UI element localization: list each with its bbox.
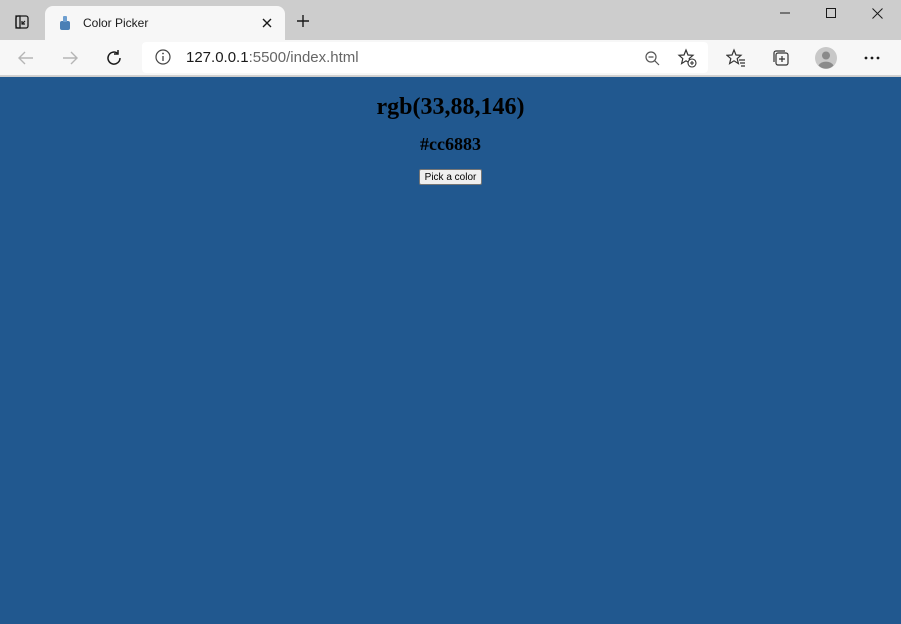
arrow-left-icon bbox=[18, 51, 33, 65]
page-content: rgb(33,88,146) #cc6883 Pick a color bbox=[0, 77, 901, 624]
collections-icon bbox=[773, 50, 789, 66]
tab-close-button[interactable] bbox=[255, 11, 279, 35]
info-icon[interactable] bbox=[154, 48, 172, 66]
more-icon bbox=[864, 56, 880, 60]
arrow-right-icon bbox=[63, 51, 78, 65]
hex-value-heading: #cc6883 bbox=[420, 134, 481, 154]
favorites-list-icon bbox=[726, 48, 745, 67]
minimize-button[interactable] bbox=[762, 0, 808, 26]
plus-icon bbox=[297, 15, 309, 27]
back-button[interactable] bbox=[11, 43, 41, 73]
url-host: 127.0.0.1 bbox=[186, 49, 249, 66]
tab-color-picker[interactable]: Color Picker bbox=[45, 6, 285, 40]
tab-strip: Color Picker bbox=[0, 0, 901, 40]
close-window-button[interactable] bbox=[854, 0, 900, 26]
new-tab-button[interactable] bbox=[290, 8, 316, 34]
refresh-button[interactable] bbox=[99, 43, 129, 73]
url-path: :5500/index.html bbox=[248, 49, 359, 66]
forward-button[interactable] bbox=[55, 43, 85, 73]
address-bar[interactable]: 127.0.0.1:5500/index.html bbox=[142, 42, 708, 73]
more-button[interactable] bbox=[857, 43, 887, 73]
tab-actions-icon bbox=[15, 15, 29, 29]
profile-button[interactable] bbox=[811, 43, 841, 73]
close-icon bbox=[262, 18, 272, 28]
avatar-icon bbox=[815, 47, 837, 69]
collections-button[interactable] bbox=[766, 43, 796, 73]
browser-toolbar: 127.0.0.1:5500/index.html bbox=[0, 40, 901, 76]
tab-title: Color Picker bbox=[83, 16, 149, 30]
tab-actions-button[interactable] bbox=[8, 8, 36, 36]
zoom-out-icon bbox=[645, 51, 660, 66]
zoom-out-button[interactable] bbox=[640, 46, 664, 70]
favorites-button[interactable] bbox=[721, 43, 751, 73]
pick-color-button[interactable]: Pick a color bbox=[418, 169, 483, 185]
refresh-icon bbox=[107, 50, 121, 65]
close-icon bbox=[871, 7, 883, 19]
maximize-icon bbox=[826, 8, 836, 18]
rgb-value-heading: rgb(33,88,146) bbox=[376, 94, 525, 120]
add-favorite-button[interactable] bbox=[675, 46, 699, 70]
url-text[interactable]: 127.0.0.1:5500/index.html bbox=[186, 49, 359, 66]
star-plus-icon bbox=[677, 48, 697, 68]
paint-bucket-icon bbox=[57, 15, 73, 31]
minimize-icon bbox=[780, 12, 790, 14]
maximize-button[interactable] bbox=[808, 0, 854, 26]
